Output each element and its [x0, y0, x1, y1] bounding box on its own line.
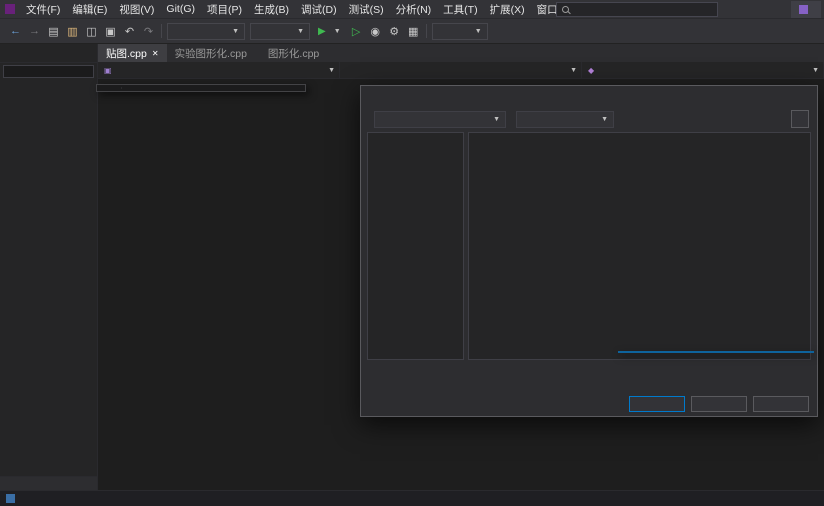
chevron-down-icon: ▼ [601, 115, 608, 123]
property-pages-tree [367, 132, 464, 360]
editor-navigation-bar: ▣ ▼ ▼ ◆ ▼ [98, 62, 824, 79]
document-tab[interactable]: 贴图.cpp ✕ [98, 44, 167, 62]
chevron-down-icon: ▼ [333, 27, 341, 35]
solution-explorer-toolbar [0, 59, 97, 63]
menubar-item[interactable]: 项目(P) [201, 0, 248, 18]
save-all-icon[interactable]: ▣ [103, 25, 118, 38]
chevron-down-icon: ▼ [328, 66, 335, 74]
menubar-item[interactable]: 测试(S) [343, 0, 390, 18]
menubar-item[interactable]: 编辑(E) [66, 0, 113, 18]
menubar-item[interactable]: Git(G) [160, 0, 201, 18]
toolbar-separator [161, 24, 162, 38]
play-icon: ▶ [318, 25, 326, 37]
save-icon[interactable]: ◫ [84, 25, 99, 38]
chevron-down-icon: ▼ [493, 115, 500, 123]
navbar-project-dropdown[interactable]: ▣ ▼ [98, 62, 340, 78]
ok-button[interactable] [629, 396, 685, 412]
menubar-item[interactable]: 调试(D) [295, 0, 343, 18]
solution-explorer-title [0, 44, 97, 59]
project-icon: ▣ [104, 65, 112, 75]
configuration-manager-button[interactable] [791, 110, 809, 128]
chevron-down-icon: ▼ [812, 66, 819, 74]
new-file-icon[interactable]: ▤ [46, 25, 61, 38]
navbar-scope-dropdown[interactable]: ▼ [340, 62, 582, 78]
chevron-down-icon: ▼ [232, 27, 239, 35]
chevron-down-icon: ▼ [297, 27, 304, 35]
status-bar [0, 490, 824, 506]
menu-bar: 文件(F) 编辑(E) 视图(V) Git(G) 项目(P) 生成(B) 调试(D) 测试(S… [0, 0, 824, 19]
visual-studio-window: 文件(F) 编辑(E) 视图(V) Git(G) 项目(P) 生成(B) 调试(D) 测试(S… [0, 0, 824, 506]
vs-logo-icon [5, 4, 15, 14]
dialog-platform-select[interactable]: ▼ [516, 110, 614, 128]
solution-explorer-panel [0, 44, 98, 490]
solution-explorer-search-input[interactable] [3, 65, 94, 78]
menubar-item[interactable]: 分析(N) [390, 0, 438, 18]
apply-button[interactable] [753, 396, 809, 412]
feedback-icon[interactable] [6, 494, 15, 503]
quick-search-box[interactable] [556, 2, 718, 17]
find-in-files-icon[interactable]: ▦ [406, 25, 421, 38]
dialog-actions [629, 396, 809, 412]
property-description [367, 362, 811, 394]
solution-badge-icon [799, 5, 808, 14]
auto-dropdown[interactable]: ▼ [431, 22, 488, 40]
cancel-button[interactable] [691, 396, 747, 412]
menubar-item[interactable]: 扩展(X) [484, 0, 531, 18]
open-file-icon[interactable]: ▥ [65, 25, 80, 38]
navbar-symbol-dropdown[interactable]: ◆ ▼ [582, 62, 824, 78]
forward-icon[interactable]: → [27, 25, 42, 38]
charset-dropdown-popup [618, 351, 814, 353]
property-grid [468, 132, 811, 360]
property-pages-dialog: ▼ ▼ [360, 85, 818, 417]
menubar-item[interactable]: 工具(T) [437, 0, 483, 18]
back-icon[interactable]: ← [8, 25, 23, 38]
method-icon: ◆ [588, 65, 595, 75]
tab-close-icon[interactable]: ✕ [152, 49, 159, 58]
project-context-menu [96, 84, 306, 92]
menu-bar-items: 文件(F) 编辑(E) 视图(V) Git(G) 项目(P) 生成(B) 调试(D) 测试(S… [20, 0, 628, 18]
dialog-configuration-select[interactable]: ▼ [374, 110, 506, 128]
document-tabstrip: 贴图.cpp ✕ 实验图形化.cpp 图形化.cpp [98, 44, 824, 62]
chevron-down-icon: ▼ [474, 27, 482, 35]
breakpoints-icon[interactable]: ◉ [368, 25, 383, 38]
menubar-item[interactable]: 生成(B) [248, 0, 295, 18]
main-toolbar: ← → ▤ ▥ ◫ ▣ ↶ ↷ ▼ ▼ ▶ ▼ ▷ ◉ ⚙ ▦ ▼ [0, 19, 824, 44]
platform-dropdown[interactable]: ▼ [250, 22, 310, 40]
solution-title-badge[interactable] [791, 1, 821, 18]
menubar-item[interactable]: 文件(F) [20, 0, 66, 18]
menubar-item[interactable]: 视图(V) [113, 0, 160, 18]
start-without-debugging-icon[interactable]: ▷ [349, 25, 364, 38]
configuration-dropdown[interactable]: ▼ [167, 22, 245, 40]
dialog-config-row: ▼ ▼ [361, 106, 817, 132]
chevron-down-icon: ▼ [570, 66, 577, 74]
options-gear-icon[interactable]: ⚙ [387, 25, 402, 38]
toolbar-left-icons: ← → ▤ ▥ ◫ ▣ ↶ ↷ [8, 25, 156, 38]
document-tab[interactable]: 图形化.cpp [260, 44, 332, 62]
panel-bottom-tabs [0, 476, 97, 490]
toolbar-right-icons: ▷ ◉ ⚙ ▦ [349, 25, 421, 38]
start-debugging-button[interactable]: ▶ ▼ [315, 26, 344, 37]
redo-icon[interactable]: ↷ [141, 25, 156, 38]
document-tab[interactable]: 实验图形化.cpp [167, 44, 260, 62]
dialog-titlebar[interactable] [361, 86, 817, 106]
undo-icon[interactable]: ↶ [122, 25, 137, 38]
toolbar-separator [425, 24, 427, 38]
search-icon [562, 6, 569, 13]
